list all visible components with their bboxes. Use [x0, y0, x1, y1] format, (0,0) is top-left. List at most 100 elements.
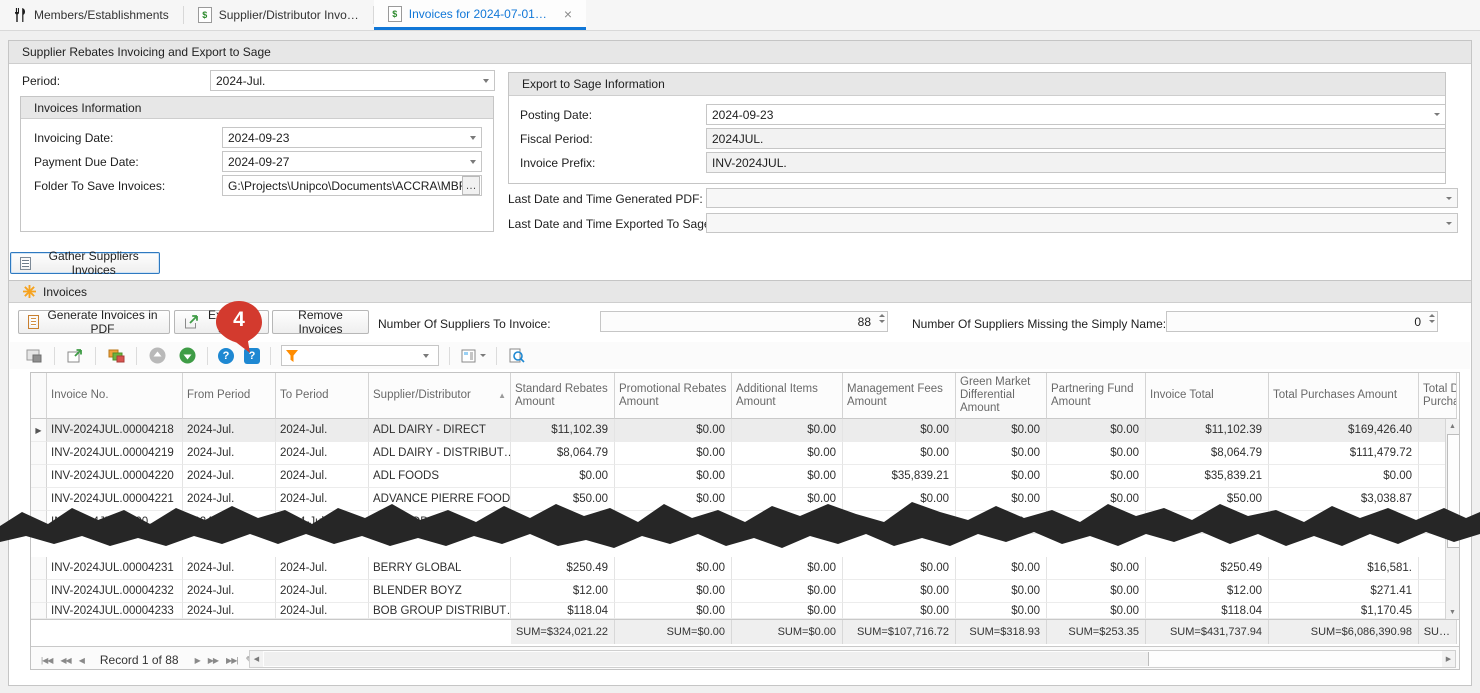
grid-row[interactable]: ▶INV-2024JUL.000042182024-Jul.2024-Jul.A… — [31, 419, 1459, 442]
move-down-icon[interactable] — [177, 346, 197, 366]
grid-cell[interactable]: 2024-Jul. — [276, 488, 369, 511]
grid-cell[interactable]: $0.00 — [843, 557, 956, 580]
column-header-partnering-fund-amount[interactable]: Partnering Fund Amount — [1047, 373, 1146, 419]
posting-date-select[interactable]: 2024-09-23 — [706, 104, 1446, 125]
grid-vertical-scrollbar[interactable]: ▲ ▼ — [1445, 419, 1459, 619]
period-select[interactable]: 2024-Jul. — [210, 70, 495, 91]
nav-prev-button[interactable]: ◀ — [75, 656, 88, 665]
grid-cell[interactable]: INV-2024JUL.00004221 — [47, 488, 183, 511]
grid-cell[interactable]: 2024-Jul. — [183, 488, 276, 511]
grid-cell[interactable]: …E FOODS IM… — [369, 511, 511, 534]
grid-cell[interactable]: INV-2024JUL.00004232 — [47, 580, 183, 603]
grid-cell[interactable]: $0.00 — [956, 442, 1047, 465]
grid-cell[interactable]: $0.00 — [1047, 419, 1146, 442]
grid-cell[interactable]: INV-2024JUL.00004220 — [47, 465, 183, 488]
grid-cell[interactable]: $0.00 — [615, 603, 732, 619]
grid-cell[interactable]: 2024-Jul. — [276, 580, 369, 603]
grid-cell[interactable]: $12.00 — [1146, 580, 1269, 603]
grid-cell[interactable]: $0.00 — [956, 488, 1047, 511]
grid-cell[interactable]: 2024-… — [183, 511, 276, 534]
grid-cell[interactable]: $0.00 — [1047, 488, 1146, 511]
grid-cell[interactable]: $0.00 — [956, 580, 1047, 603]
spinner-buttons[interactable] — [1429, 314, 1435, 323]
grid-cell[interactable]: $12.00 — [511, 580, 615, 603]
column-header-from-period[interactable]: From Period — [183, 373, 276, 419]
column-header-total-d-purcha[interactable]: Total D Purcha — [1419, 373, 1457, 419]
grid-cell[interactable]: ADVANCE PIERRE FOOD… — [369, 488, 511, 511]
grid-cell[interactable]: 2024-Jul. — [276, 442, 369, 465]
dropdown-arrow-icon[interactable] — [1429, 105, 1445, 124]
generate-invoices-pdf-button[interactable]: Generate Invoices in PDF — [18, 310, 170, 334]
grid-cell[interactable]: INV-2024JUL.0000… — [47, 511, 183, 534]
nav-first-button[interactable]: |◀◀ — [37, 656, 56, 665]
grid-cell[interactable]: 2024-Jul. — [183, 603, 276, 619]
grid-cell[interactable]: $0.00 — [843, 419, 956, 442]
dropdown-arrow-icon[interactable] — [465, 152, 481, 171]
grid-cell[interactable]: INV-2024JUL.00004219 — [47, 442, 183, 465]
grid-cell[interactable]: $8,064.79 — [1146, 442, 1269, 465]
dropdown-arrow-icon[interactable] — [465, 128, 481, 147]
grid-cell[interactable]: $250.49 — [511, 557, 615, 580]
tab-invoices-2024-07[interactable]: $ Invoices for 2024-07-01… × — [374, 0, 586, 30]
grid-row[interactable]: INV-2024JUL.000042202024-Jul.2024-Jul.AD… — [31, 465, 1459, 488]
grid-cell[interactable]: 2024-Jul. — [183, 580, 276, 603]
scroll-up-button[interactable]: ▲ — [1446, 419, 1459, 433]
grid-cell[interactable]: $0.00 — [956, 419, 1047, 442]
invoice-prefix-field[interactable]: INV-2024JUL. — [706, 152, 1446, 173]
grid-cell[interactable]: BLENDER BOYZ — [369, 580, 511, 603]
grid-cell[interactable]: $0.00 — [615, 488, 732, 511]
grid-cell[interactable]: $0.00 — [732, 488, 843, 511]
filter-combobox[interactable] — [281, 345, 439, 366]
grid-cell[interactable]: $0.00 — [615, 580, 732, 603]
layout-customize-icon[interactable] — [460, 346, 486, 366]
remove-invoices-button[interactable]: Remove Invoices — [272, 310, 369, 334]
grid-cell[interactable]: $1,170.45 — [1269, 603, 1419, 619]
vertical-scrollbar-thumb[interactable] — [1447, 434, 1460, 548]
scroll-right-button[interactable]: ▶ — [1442, 651, 1455, 667]
invoicing-date-select[interactable]: 2024-09-23 — [222, 127, 482, 148]
grid-cell[interactable]: $0.00 — [615, 442, 732, 465]
spinner-buttons[interactable] — [879, 314, 885, 323]
nav-next-page-button[interactable]: ▶▶ — [204, 656, 222, 665]
grid-cell[interactable]: $11,102.39 — [511, 419, 615, 442]
scroll-down-button[interactable]: ▼ — [1446, 605, 1459, 619]
grid-cell[interactable]: BOB GROUP DISTRIBUT… — [369, 603, 511, 619]
grid-cell[interactable]: $0.00 — [843, 488, 956, 511]
grid-cell[interactable]: ADL DAIRY - DIRECT — [369, 419, 511, 442]
grid-cell[interactable]: 2024-Jul. — [183, 557, 276, 580]
grid-cell[interactable]: $0.00 — [1047, 557, 1146, 580]
grid-cell[interactable]: 2024-Jul. — [183, 465, 276, 488]
scroll-left-button[interactable]: ◀ — [250, 651, 263, 667]
grid-cell[interactable]: $50.00 — [1146, 488, 1269, 511]
column-header-total-purchases-amount[interactable]: Total Purchases Amount — [1269, 373, 1419, 419]
column-header-supplier-distributor[interactable]: Supplier/Distributor▲ — [369, 373, 511, 419]
payment-due-date-select[interactable]: 2024-09-27 — [222, 151, 482, 172]
grid-cell[interactable]: INV-2024JUL.00004231 — [47, 557, 183, 580]
grid-cell[interactable]: $0.00 — [511, 465, 615, 488]
grid-cell[interactable]: $50.00 — [511, 488, 615, 511]
grid-cell[interactable]: $0.00 — [1269, 465, 1419, 488]
print-preview-icon[interactable] — [507, 346, 527, 366]
grid-cell[interactable]: $0.00 — [956, 511, 1047, 534]
grid-cell[interactable]: $16,581. — [1269, 557, 1419, 580]
grid-cell[interactable]: $0.00 — [732, 580, 843, 603]
fiscal-period-field[interactable]: 2024JUL. — [706, 128, 1446, 149]
tab-supplier-distributor-invoices[interactable]: $ Supplier/Distributor Invo… — [184, 0, 373, 30]
close-tab-icon[interactable]: × — [564, 6, 572, 22]
grid-cell[interactable]: $0.00 — [956, 603, 1047, 619]
grid-cell[interactable]: $169,426.40 — [1269, 419, 1419, 442]
move-up-icon[interactable] — [147, 346, 167, 366]
grid-cell[interactable] — [843, 511, 956, 534]
nav-next-button[interactable]: ▶ — [191, 656, 204, 665]
grid-cell[interactable]: $0.00 — [615, 465, 732, 488]
grid-row[interactable]: INV-2024JUL.000042322024-Jul.2024-Jul.BL… — [31, 580, 1459, 603]
grid-cell[interactable]: $0.00 — [843, 580, 956, 603]
grid-cell[interactable]: $0.00 — [732, 419, 843, 442]
grid-cell[interactable]: $0.00 — [732, 442, 843, 465]
grid-cell[interactable]: $3,038.87 — [1269, 488, 1419, 511]
column-header-additional-items-amount[interactable]: Additional Items Amount — [732, 373, 843, 419]
grid-cell[interactable]: $118.04 — [511, 603, 615, 619]
grid-row[interactable]: INV-2024JUL.000042212024-Jul.2024-Jul.AD… — [31, 488, 1459, 511]
grid-cell[interactable]: $0.00 — [843, 442, 956, 465]
horizontal-scrollbar-thumb[interactable] — [264, 652, 1149, 666]
